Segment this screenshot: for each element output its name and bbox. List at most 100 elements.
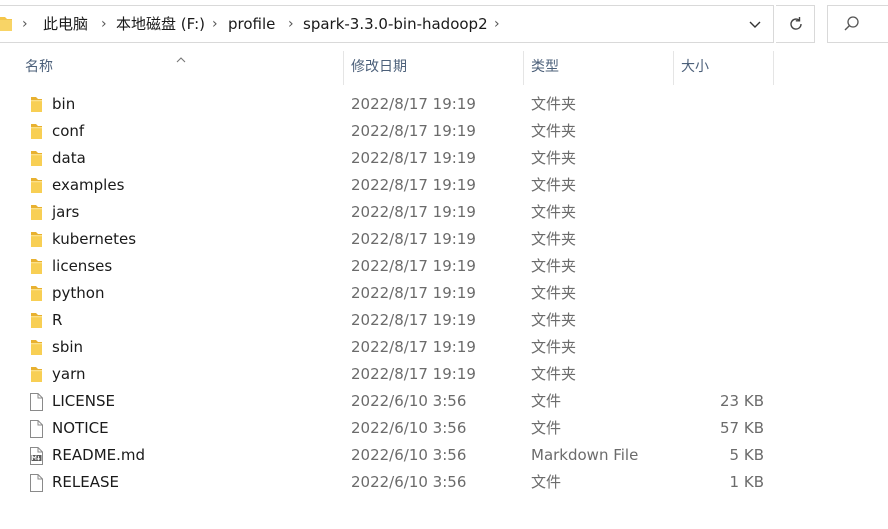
folder-icon <box>27 338 45 357</box>
chevron-right-icon[interactable]: › <box>22 6 28 42</box>
file-list: bin 2022/8/17 19:19 文件夹 conf 2022/8/17 1… <box>0 91 888 496</box>
file-type: 文件夹 <box>531 365 577 383</box>
file-modified-date: 2022/8/17 19:19 <box>351 284 476 302</box>
file-type: 文件夹 <box>531 122 577 140</box>
file-modified-date: 2022/8/17 19:19 <box>351 176 476 194</box>
file-icon <box>27 419 45 438</box>
file-type: 文件夹 <box>531 257 577 275</box>
file-name: LICENSE <box>52 392 115 410</box>
file-row[interactable]: RELEASE 2022/6/10 3:56 文件 1 KB <box>0 469 888 496</box>
column-headers: 名称 修改日期 类型 大小 <box>0 47 888 87</box>
file-row[interactable]: licenses 2022/8/17 19:19 文件夹 <box>0 253 888 280</box>
file-row[interactable]: bin 2022/8/17 19:19 文件夹 <box>0 91 888 118</box>
breadcrumb-current-folder[interactable]: spark-3.3.0-bin-hadoop2 <box>303 6 488 42</box>
file-row[interactable]: conf 2022/8/17 19:19 文件夹 <box>0 118 888 145</box>
folder-icon <box>27 284 45 303</box>
file-type: 文件夹 <box>531 311 577 329</box>
markdown-file-icon <box>27 446 45 465</box>
refresh-icon <box>787 15 805 37</box>
file-size: 57 KB <box>720 419 764 437</box>
file-type: 文件 <box>531 419 562 437</box>
chevron-right-icon[interactable]: › <box>101 6 107 42</box>
folder-icon <box>27 149 45 168</box>
folder-icon <box>27 122 45 141</box>
file-modified-date: 2022/8/17 19:19 <box>351 365 476 383</box>
file-row[interactable]: examples 2022/8/17 19:19 文件夹 <box>0 172 888 199</box>
folder-icon <box>27 203 45 222</box>
file-name: examples <box>52 176 125 194</box>
file-name: sbin <box>52 338 84 356</box>
column-header-name[interactable]: 名称 <box>25 47 53 87</box>
file-size: 23 KB <box>720 392 764 410</box>
file-row[interactable]: sbin 2022/8/17 19:19 文件夹 <box>0 334 888 361</box>
column-divider[interactable] <box>523 51 524 85</box>
breadcrumb-this-pc[interactable]: 此电脑 <box>43 6 88 42</box>
file-name: data <box>52 149 86 167</box>
chevron-right-icon[interactable]: › <box>212 6 218 42</box>
file-row[interactable]: kubernetes 2022/8/17 19:19 文件夹 <box>0 226 888 253</box>
column-divider[interactable] <box>773 51 774 85</box>
refresh-button[interactable] <box>776 5 815 43</box>
column-header-type[interactable]: 类型 <box>531 47 559 87</box>
file-icon <box>27 392 45 411</box>
column-header-size[interactable]: 大小 <box>681 47 709 87</box>
breadcrumb-profile[interactable]: profile <box>228 6 275 42</box>
file-name: bin <box>52 95 76 113</box>
folder-icon <box>0 16 12 36</box>
file-name: NOTICE <box>52 419 109 437</box>
folder-icon <box>27 365 45 384</box>
folder-icon <box>27 95 45 114</box>
chevron-right-icon[interactable]: › <box>288 6 294 42</box>
file-type: Markdown File <box>531 446 639 464</box>
file-modified-date: 2022/8/17 19:19 <box>351 95 476 113</box>
file-modified-date: 2022/8/17 19:19 <box>351 149 476 167</box>
file-name: kubernetes <box>52 230 137 248</box>
file-modified-date: 2022/8/17 19:19 <box>351 338 476 356</box>
column-divider[interactable] <box>673 51 674 85</box>
folder-icon <box>27 176 45 195</box>
file-size: 1 KB <box>729 473 764 491</box>
file-type: 文件 <box>531 392 562 410</box>
chevron-down-icon[interactable] <box>741 15 769 35</box>
file-type: 文件夹 <box>531 149 577 167</box>
folder-icon <box>27 311 45 330</box>
file-modified-date: 2022/8/17 19:19 <box>351 230 476 248</box>
file-type: 文件 <box>531 473 562 491</box>
file-row[interactable]: yarn 2022/8/17 19:19 文件夹 <box>0 361 888 388</box>
search-input[interactable] <box>827 5 888 43</box>
file-name: licenses <box>52 257 113 275</box>
file-type: 文件夹 <box>531 203 577 221</box>
file-name: jars <box>52 203 80 221</box>
file-modified-date: 2022/6/10 3:56 <box>351 473 467 491</box>
file-modified-date: 2022/8/17 19:19 <box>351 257 476 275</box>
file-name: R <box>52 311 63 329</box>
file-row[interactable]: jars 2022/8/17 19:19 文件夹 <box>0 199 888 226</box>
address-bar[interactable]: › 此电脑 › 本地磁盘 (F:) › profile › spark-3.3.… <box>0 5 774 43</box>
breadcrumb-local-disk[interactable]: 本地磁盘 (F:) <box>116 6 205 42</box>
file-modified-date: 2022/6/10 3:56 <box>351 446 467 464</box>
file-row[interactable]: data 2022/8/17 19:19 文件夹 <box>0 145 888 172</box>
column-header-modified[interactable]: 修改日期 <box>351 47 407 87</box>
file-modified-date: 2022/8/17 19:19 <box>351 122 476 140</box>
file-modified-date: 2022/8/17 19:19 <box>351 311 476 329</box>
file-name: yarn <box>52 365 86 383</box>
navigation-bar: › 此电脑 › 本地磁盘 (F:) › profile › spark-3.3.… <box>0 0 888 47</box>
file-row[interactable]: R 2022/8/17 19:19 文件夹 <box>0 307 888 334</box>
file-icon <box>27 473 45 492</box>
file-modified-date: 2022/6/10 3:56 <box>351 419 467 437</box>
file-row[interactable]: LICENSE 2022/6/10 3:56 文件 23 KB <box>0 388 888 415</box>
file-name: python <box>52 284 105 302</box>
chevron-right-icon[interactable]: › <box>494 6 500 42</box>
file-type: 文件夹 <box>531 284 577 302</box>
search-icon <box>843 15 861 37</box>
folder-icon <box>27 257 45 276</box>
file-row[interactable]: python 2022/8/17 19:19 文件夹 <box>0 280 888 307</box>
file-name: RELEASE <box>52 473 119 491</box>
column-divider[interactable] <box>343 51 344 85</box>
file-row[interactable]: README.md 2022/6/10 3:56 Markdown File 5… <box>0 442 888 469</box>
file-type: 文件夹 <box>531 230 577 248</box>
file-type: 文件夹 <box>531 95 577 113</box>
file-size: 5 KB <box>729 446 764 464</box>
folder-icon <box>27 230 45 249</box>
file-row[interactable]: NOTICE 2022/6/10 3:56 文件 57 KB <box>0 415 888 442</box>
